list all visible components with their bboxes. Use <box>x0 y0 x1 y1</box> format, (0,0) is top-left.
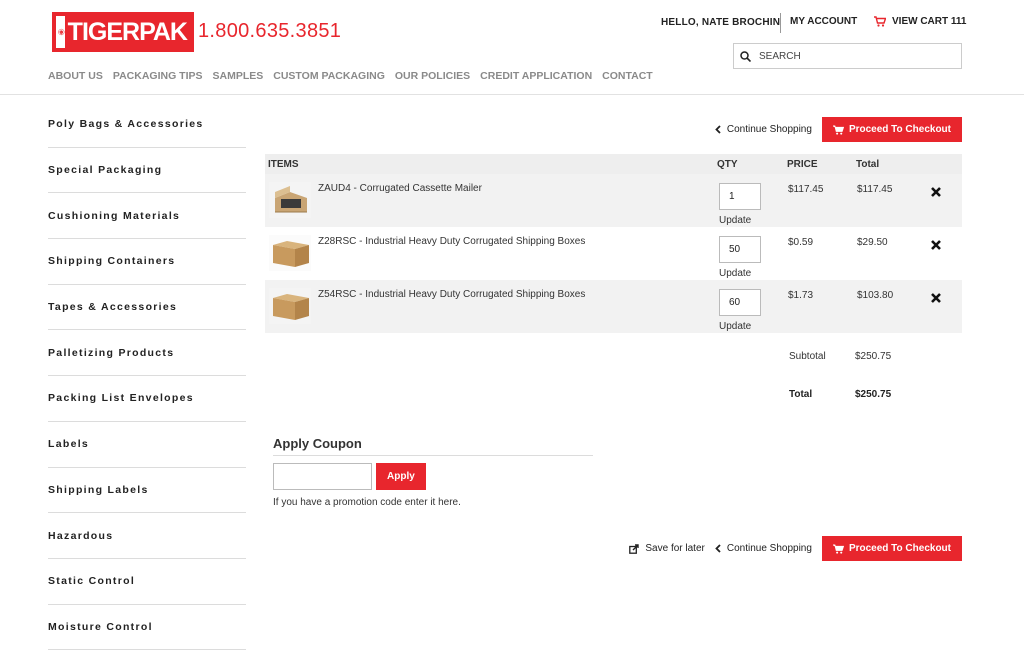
tiger-head-icon <box>58 28 65 36</box>
product-thumbnail[interactable] <box>269 235 311 271</box>
view-cart-link[interactable]: VIEW CART 111 <box>874 16 966 27</box>
nav-our-policies[interactable]: OUR POLICIES <box>395 70 470 82</box>
apply-coupon-button[interactable]: Apply <box>376 463 426 490</box>
share-icon <box>629 543 640 554</box>
line-total: $117.45 <box>857 184 893 195</box>
checkout-label: Proceed To Checkout <box>848 543 951 554</box>
search-box <box>733 43 962 69</box>
unit-price: $1.73 <box>788 290 814 301</box>
nav-about-us[interactable]: ABOUT US <box>48 70 103 82</box>
top-navigation: ABOUT US PACKAGING TIPS SAMPLES CUSTOM P… <box>48 70 653 82</box>
header-price: PRICE <box>787 159 818 170</box>
coupon-help-text: If you have a promotion code enter it he… <box>273 497 461 508</box>
table-row: Z54RSC - Industrial Heavy Duty Corrugate… <box>265 280 962 333</box>
tigerpak-logo[interactable]: TIGERPAK <box>52 12 194 52</box>
remove-item-icon[interactable] <box>930 186 942 198</box>
sidebar-item-shipping-labels[interactable]: Shipping Labels <box>48 468 246 514</box>
cart-icon <box>874 16 886 27</box>
phone-number[interactable]: 1.800.635.3851 <box>198 20 341 43</box>
cart-icon <box>832 543 844 554</box>
sidebar-item-poly-bags[interactable]: Poly Bags & Accessories <box>48 102 246 148</box>
nav-credit-application[interactable]: CREDIT APPLICATION <box>480 70 592 82</box>
continue-shopping-label: Continue Shopping <box>726 543 812 554</box>
continue-shopping-link-top[interactable]: Continue Shopping <box>715 124 812 135</box>
nav-packaging-tips[interactable]: PACKAGING TIPS <box>113 70 203 82</box>
category-sidebar: Poly Bags & Accessories Special Packagin… <box>48 102 246 651</box>
cart-table-header: ITEMS QTY PRICE Total <box>265 154 962 174</box>
search-icon[interactable] <box>740 50 751 62</box>
subtotal-value: $250.75 <box>855 351 892 362</box>
sidebar-item-palletizing[interactable]: Palletizing Products <box>48 330 246 377</box>
sidebar-item-static-control[interactable]: Static Control <box>48 559 246 605</box>
proceed-to-checkout-button-top[interactable]: Proceed To Checkout <box>821 117 962 142</box>
cart-icon <box>832 124 844 135</box>
product-name[interactable]: ZAUD4 - Corrugated Cassette Mailer <box>318 183 482 194</box>
nav-contact[interactable]: CONTACT <box>602 70 653 82</box>
search-input[interactable] <box>759 50 939 62</box>
logo-wordmark: TIGERPAK <box>64 16 190 48</box>
remove-item-icon[interactable] <box>930 239 942 251</box>
chevron-left-icon <box>715 544 721 553</box>
nav-custom-packaging[interactable]: CUSTOM PACKAGING <box>273 70 385 82</box>
cart-actions-bottom: Save for later Continue Shopping Proceed… <box>629 536 962 561</box>
sidebar-item-hazardous[interactable]: Hazardous <box>48 513 246 559</box>
cart-table: ITEMS QTY PRICE Total ZAUD4 - Corrugated… <box>265 154 962 333</box>
site-header: TIGERPAK 1.800.635.3851 ABOUT US PACKAGI… <box>0 0 1024 95</box>
line-total: $103.80 <box>857 290 894 301</box>
coupon-divider <box>273 455 593 456</box>
coupon-code-input[interactable] <box>273 463 372 490</box>
quantity-input[interactable] <box>719 236 761 263</box>
proceed-to-checkout-button-bottom[interactable]: Proceed To Checkout <box>821 536 962 561</box>
sidebar-item-shipping-containers[interactable]: Shipping Containers <box>48 239 246 285</box>
total-value: $250.75 <box>855 389 892 400</box>
user-greeting: HELLO, NATE BROCHIN <box>661 17 781 28</box>
quantity-input[interactable] <box>719 289 761 316</box>
product-name[interactable]: Z54RSC - Industrial Heavy Duty Corrugate… <box>318 289 585 300</box>
cart-actions-top: Continue Shopping Proceed To Checkout <box>715 117 962 142</box>
continue-shopping-link-bottom[interactable]: Continue Shopping <box>715 543 812 554</box>
sidebar-item-special-packaging[interactable]: Special Packaging <box>48 148 246 194</box>
update-link[interactable]: Update <box>719 321 751 332</box>
nav-samples[interactable]: SAMPLES <box>213 70 264 82</box>
product-name[interactable]: Z28RSC - Industrial Heavy Duty Corrugate… <box>318 236 585 247</box>
sidebar-item-moisture-control[interactable]: Moisture Control <box>48 605 246 651</box>
save-for-later-label: Save for later <box>645 543 705 554</box>
coupon-title: Apply Coupon <box>273 436 362 451</box>
subtotal-label: Subtotal <box>789 351 826 362</box>
header-divider <box>780 13 781 33</box>
quantity-input[interactable] <box>719 183 761 210</box>
my-account-link[interactable]: MY ACCOUNT <box>790 16 857 27</box>
table-row: ZAUD4 - Corrugated Cassette Mailer Updat… <box>265 174 962 227</box>
product-thumbnail[interactable] <box>269 288 311 324</box>
view-cart-label: VIEW CART 111 <box>892 16 967 27</box>
sidebar-item-packing-list-envelopes[interactable]: Packing List Envelopes <box>48 376 246 422</box>
sidebar-item-cushioning-materials[interactable]: Cushioning Materials <box>48 193 246 240</box>
unit-price: $0.59 <box>788 237 814 248</box>
save-for-later-link[interactable]: Save for later <box>629 543 705 554</box>
table-row: Z28RSC - Industrial Heavy Duty Corrugate… <box>265 227 962 280</box>
update-link[interactable]: Update <box>719 268 751 279</box>
remove-item-icon[interactable] <box>930 292 942 304</box>
unit-price: $117.45 <box>788 184 824 195</box>
header-total: Total <box>856 159 880 170</box>
sidebar-item-tapes[interactable]: Tapes & Accessories <box>48 285 246 331</box>
sidebar-item-labels[interactable]: Labels <box>48 422 246 468</box>
continue-shopping-label: Continue Shopping <box>726 124 812 135</box>
header-qty: QTY <box>717 159 738 170</box>
header-items: ITEMS <box>268 159 299 170</box>
total-label: Total <box>789 389 813 400</box>
update-link[interactable]: Update <box>719 215 751 226</box>
product-thumbnail[interactable] <box>269 182 311 218</box>
line-total: $29.50 <box>857 237 888 248</box>
chevron-left-icon <box>715 125 721 134</box>
checkout-label: Proceed To Checkout <box>848 124 951 135</box>
